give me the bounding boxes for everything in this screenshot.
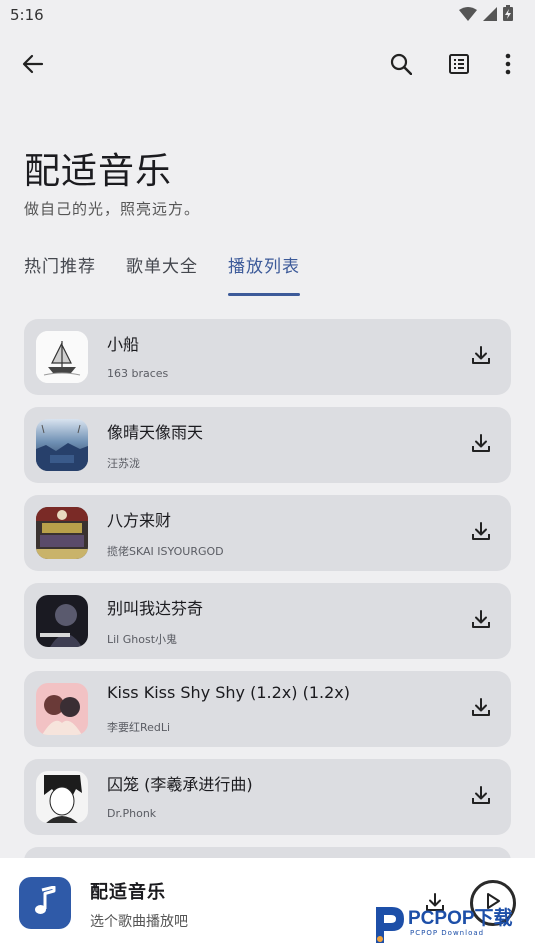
album-cover — [36, 595, 88, 647]
download-button[interactable] — [461, 601, 501, 641]
status-bar: 5:16 — [0, 0, 535, 30]
album-cover — [36, 507, 88, 559]
song-title: Kiss Kiss Shy Shy (1.2x) (1.2x) — [107, 683, 350, 702]
watermark: PCPOP下载 PCPOP Download — [370, 898, 535, 948]
player-subtitle: 选个歌曲播放吧 — [90, 914, 188, 930]
signal-icon — [483, 6, 497, 25]
song-item[interactable]: Kiss Kiss Shy Shy (1.2x) (1.2x) 李要红RedLi — [24, 671, 511, 747]
album-cover — [36, 771, 88, 823]
app-bar — [0, 42, 535, 90]
player-cover — [19, 877, 71, 929]
wifi-icon — [459, 6, 477, 25]
search-icon — [390, 53, 413, 79]
song-item[interactable]: 小船 163 braces — [24, 319, 511, 395]
song-title: 别叫我达芬奇 — [107, 599, 204, 618]
album-cover — [36, 419, 88, 471]
song-title: 囚笼 (李羲承进行曲) — [107, 775, 253, 794]
list-view-icon — [448, 53, 470, 79]
status-icons — [459, 5, 513, 25]
download-icon — [471, 433, 491, 457]
download-button[interactable] — [461, 777, 501, 817]
song-artist: Dr.Phonk — [107, 807, 157, 820]
song-title: 八方来财 — [107, 511, 172, 530]
song-artist: 163 braces — [107, 367, 169, 380]
page-title: 配适音乐 — [24, 151, 173, 192]
player-title: 配适音乐 — [90, 882, 166, 903]
song-artist: 汪苏泷 — [107, 457, 140, 470]
watermark-sub: PCPOP Download — [410, 929, 485, 937]
download-icon — [471, 697, 491, 721]
back-button[interactable] — [13, 46, 53, 86]
search-button[interactable] — [381, 46, 421, 86]
back-arrow-icon — [22, 53, 44, 79]
song-title: 小船 — [107, 335, 140, 354]
download-button[interactable] — [461, 337, 501, 377]
download-icon — [471, 521, 491, 545]
list-view-button[interactable] — [439, 46, 479, 86]
download-icon — [471, 609, 491, 633]
battery-charging-icon — [503, 5, 513, 25]
song-artist: 李要红RedLi — [107, 721, 171, 734]
download-button[interactable] — [461, 689, 501, 729]
download-button[interactable] — [461, 513, 501, 553]
song-item[interactable]: 八方来财 揽佬SKAI ISYOURGOD — [24, 495, 511, 571]
download-button[interactable] — [461, 425, 501, 465]
song-title: 像晴天像雨天 — [107, 423, 204, 442]
song-item[interactable]: 别叫我达芬奇 Lil Ghost小鬼 — [24, 583, 511, 659]
more-vert-icon — [505, 53, 511, 79]
song-item[interactable]: 囚笼 (李羲承进行曲) Dr.Phonk — [24, 759, 511, 835]
download-icon — [471, 345, 491, 369]
album-cover — [36, 683, 88, 735]
tab-bar: 热门推荐 歌单大全 播放列表 — [24, 254, 330, 296]
more-options-button[interactable] — [488, 46, 528, 86]
status-time: 5:16 — [10, 6, 44, 24]
page-subtitle: 做自己的光，照亮远方。 — [24, 200, 201, 218]
pcpop-logo-icon — [370, 903, 408, 943]
song-artist: Lil Ghost小鬼 — [107, 633, 178, 646]
music-note-icon — [32, 885, 58, 920]
tab-playlist-collection[interactable]: 歌单大全 — [126, 254, 198, 296]
tab-hot-recommend[interactable]: 热门推荐 — [24, 254, 96, 296]
song-item[interactable]: 像晴天像雨天 汪苏泷 — [24, 407, 511, 483]
watermark-brand: PCPOP下载 — [408, 908, 513, 929]
download-icon — [471, 785, 491, 809]
tab-play-queue[interactable]: 播放列表 — [228, 254, 300, 296]
album-cover — [36, 331, 88, 383]
song-list: 小船 163 braces 像晴天像雨天 汪苏泷 八方来财 揽佬SKAI ISY… — [24, 319, 511, 847]
song-artist: 揽佬SKAI ISYOURGOD — [107, 545, 224, 558]
